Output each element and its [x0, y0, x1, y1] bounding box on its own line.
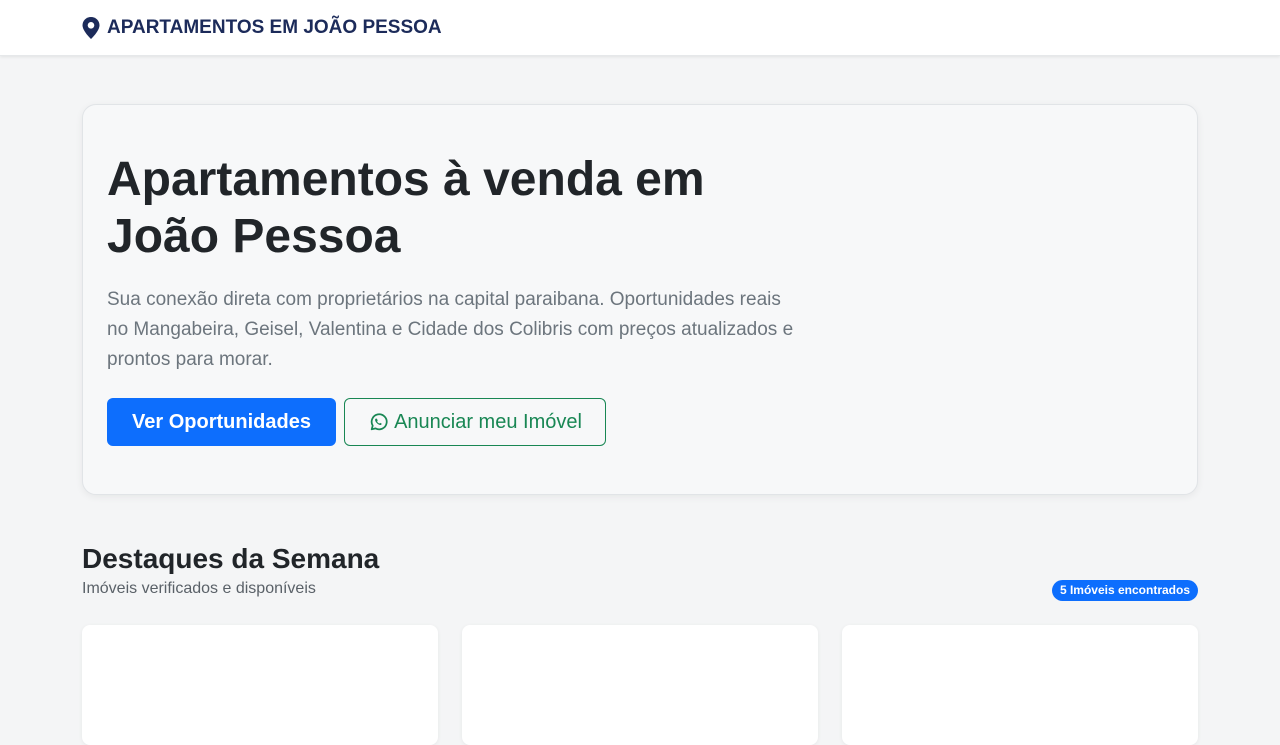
property-card[interactable] [82, 625, 438, 745]
results-count-badge: 5 Imóveis encontrados [1051, 580, 1198, 601]
highlights-title: Destaques da Semana [82, 543, 380, 574]
brand-link[interactable]: APARTAMENTOS EM JOÃO PESSOA [82, 0, 442, 56]
property-card[interactable] [462, 625, 818, 745]
advertise-property-label: Anunciar meu Imóvel [394, 410, 582, 433]
top-navbar: APARTAMENTOS EM JOÃO PESSOA [0, 0, 1280, 56]
highlights-subtitle: Imóveis verificados e disponíveis [82, 580, 316, 597]
hero-card: Apartamentos à venda em João Pessoa Sua … [82, 104, 1198, 495]
advertise-property-button[interactable]: Anunciar meu Imóvel [344, 398, 606, 446]
see-opportunities-button[interactable]: Ver Oportunidades [107, 398, 336, 446]
property-card[interactable] [842, 625, 1198, 745]
see-opportunities-label: Ver Oportunidades [132, 410, 311, 433]
brand-text: APARTAMENTOS EM JOÃO PESSOA [107, 17, 442, 38]
hero-description: Sua conexão direta com proprietários na … [107, 289, 794, 370]
whatsapp-icon [368, 412, 389, 433]
hero-title: Apartamentos à venda em João Pessoa [107, 153, 705, 263]
map-pin-icon [82, 17, 100, 39]
